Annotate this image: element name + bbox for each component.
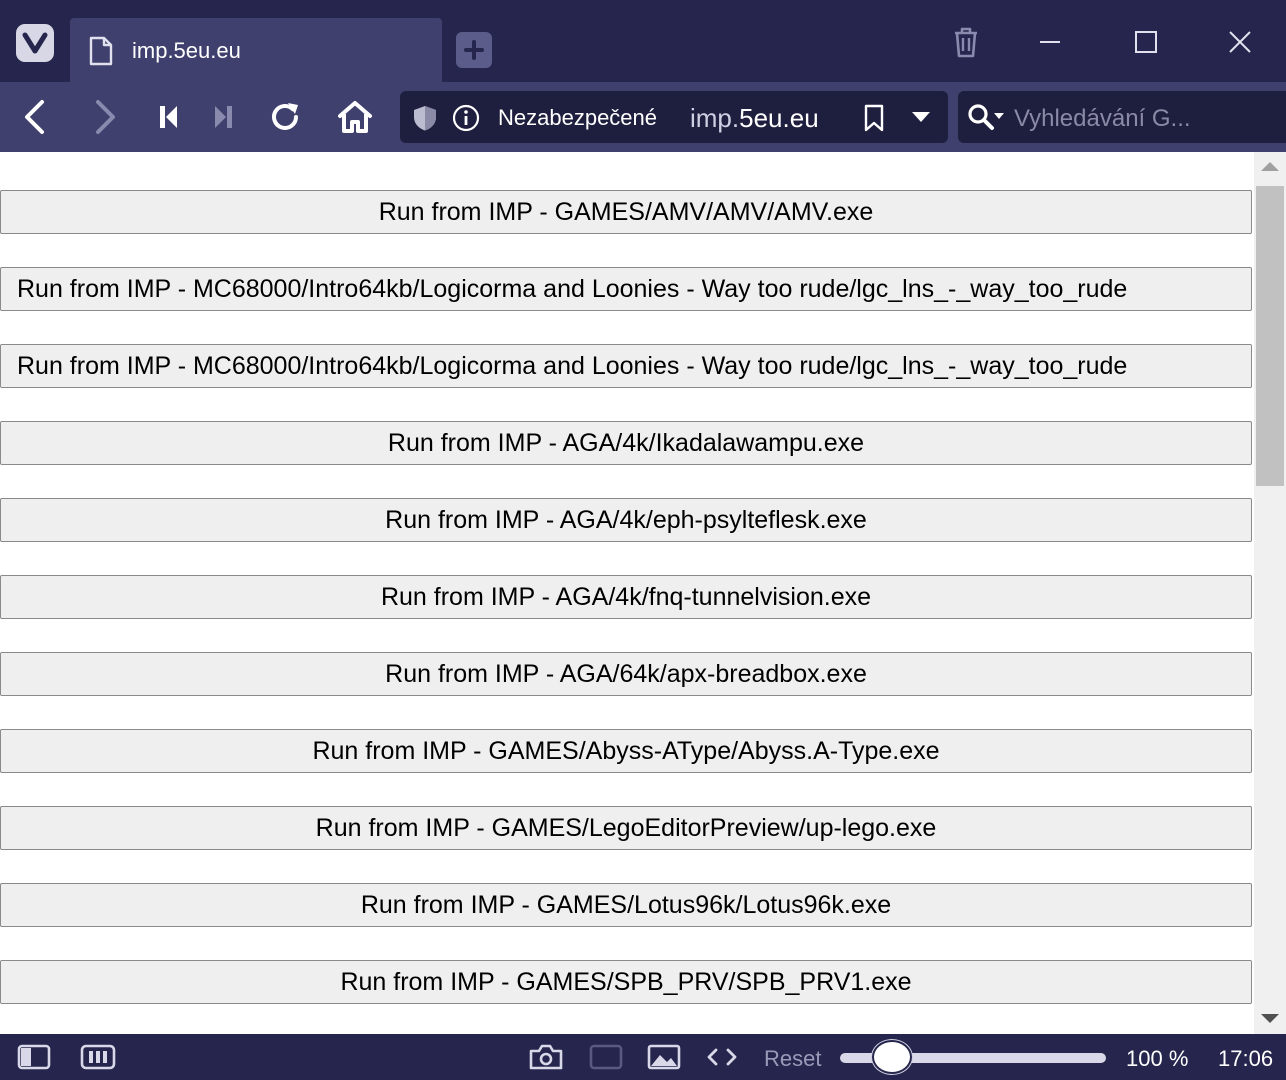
vertical-scrollbar[interactable]	[1254, 152, 1286, 1034]
rewind-button[interactable]	[146, 94, 192, 140]
tiling-icon	[80, 1044, 116, 1070]
page-content: Run from IMP - GAMES/AMV/AMV/AMV.exe Run…	[0, 152, 1254, 1034]
fast-forward-icon	[215, 106, 232, 128]
shield-icon[interactable]	[412, 104, 438, 137]
tab-title: imp.5eu.eu	[132, 38, 241, 63]
camera-icon	[529, 1044, 563, 1070]
maximize-icon	[1135, 31, 1157, 53]
zoom-level: 100 %	[1126, 1046, 1189, 1071]
run-button[interactable]: Run from IMP - MC68000/Intro64kb/Logicor…	[0, 267, 1252, 311]
trash-icon	[955, 27, 977, 58]
panel-icon	[17, 1044, 51, 1070]
reload-button[interactable]	[262, 94, 308, 140]
chevron-down-icon[interactable]	[910, 109, 932, 130]
address-field[interactable]: Nezabezpečené imp.5eu.eu	[400, 91, 948, 143]
run-button[interactable]: Run from IMP - GAMES/Lotus96k/Lotus96k.e…	[0, 883, 1252, 927]
run-button[interactable]: Run from IMP - AGA/64k/apx-breadbox.exe	[0, 652, 1252, 696]
tab-active[interactable]: imp.5eu.eu	[70, 18, 442, 82]
run-button[interactable]: Run from IMP - GAMES/LegoEditorPreview/u…	[0, 806, 1252, 850]
page-tiling-button[interactable]	[588, 1042, 624, 1072]
window-icon	[589, 1044, 623, 1070]
home-button[interactable]	[332, 94, 378, 140]
security-status[interactable]: Nezabezpečené	[498, 105, 657, 131]
run-button[interactable]: Run from IMP - AGA/4k/fnq-tunnelvision.e…	[0, 575, 1252, 619]
navigation-bar: Nezabezpečené imp.5eu.eu Vyhledávání G..…	[0, 82, 1286, 152]
home-icon	[338, 101, 372, 133]
tab-tiling-button[interactable]	[80, 1042, 116, 1072]
minimize-button[interactable]	[1030, 22, 1070, 62]
close-button[interactable]	[1220, 22, 1260, 62]
info-icon[interactable]	[452, 104, 480, 137]
new-tab-button[interactable]	[456, 32, 492, 68]
plus-icon	[464, 40, 484, 60]
close-icon	[1229, 31, 1251, 53]
panel-toggle-button[interactable]	[16, 1042, 52, 1072]
bookmark-icon[interactable]	[862, 103, 886, 138]
scroll-up-arrow-icon[interactable]	[1261, 162, 1279, 171]
button-list: Run from IMP - GAMES/AMV/AMV/AMV.exe Run…	[0, 190, 1252, 1034]
tab-bar: imp.5eu.eu	[0, 0, 1286, 82]
forward-button[interactable]	[82, 94, 128, 140]
run-button[interactable]: Run from IMP - AGA/4k/Ikadalawampu.exe	[0, 421, 1252, 465]
status-bar: Reset 100 % 17:06	[0, 1034, 1286, 1080]
code-icon	[707, 1048, 737, 1066]
vivaldi-menu-icon[interactable]	[16, 24, 54, 62]
trash-button[interactable]	[946, 22, 986, 62]
search-icon	[966, 103, 1006, 138]
minimize-icon	[1040, 41, 1060, 43]
page-actions-button[interactable]	[704, 1042, 740, 1072]
run-button[interactable]: Run from IMP - AGA/4k/eph-psylteflesk.ex…	[0, 498, 1252, 542]
scroll-down-arrow-icon[interactable]	[1261, 1014, 1279, 1023]
arrow-left-icon	[25, 100, 44, 134]
rewind-icon	[160, 106, 177, 128]
scrollbar-thumb[interactable]	[1256, 186, 1284, 486]
url-prefix: imp.	[690, 103, 740, 133]
reload-icon	[272, 103, 298, 130]
zoom-reset-button[interactable]: Reset	[764, 1046, 821, 1072]
search-placeholder: Vyhledávání G...	[1014, 105, 1191, 132]
zoom-slider-handle[interactable]	[872, 1040, 912, 1074]
run-button[interactable]: Run from IMP - MC68000/Intro64kb/Logicor…	[0, 344, 1252, 388]
arrow-right-icon	[96, 100, 115, 134]
url-host: 5eu.eu	[739, 103, 819, 133]
page-icon	[88, 36, 114, 71]
search-field[interactable]: Vyhledávání G...	[958, 91, 1286, 143]
clock: 17:06	[1218, 1046, 1274, 1071]
image-icon	[647, 1044, 681, 1070]
url-text[interactable]: imp.5eu.eu	[690, 103, 819, 134]
back-button[interactable]	[12, 94, 58, 140]
run-button[interactable]: Run from IMP - GAMES/AMV/AMV/AMV.exe	[0, 190, 1252, 234]
images-toggle-button[interactable]	[646, 1042, 682, 1072]
capture-button[interactable]	[528, 1042, 564, 1072]
run-button[interactable]: Run from IMP - GAMES/SPB_PRV/SPB_PRV1.ex…	[0, 960, 1252, 1004]
fast-forward-button[interactable]	[200, 94, 246, 140]
maximize-button[interactable]	[1126, 22, 1166, 62]
run-button[interactable]: Run from IMP - GAMES/Abyss-AType/Abyss.A…	[0, 729, 1252, 773]
